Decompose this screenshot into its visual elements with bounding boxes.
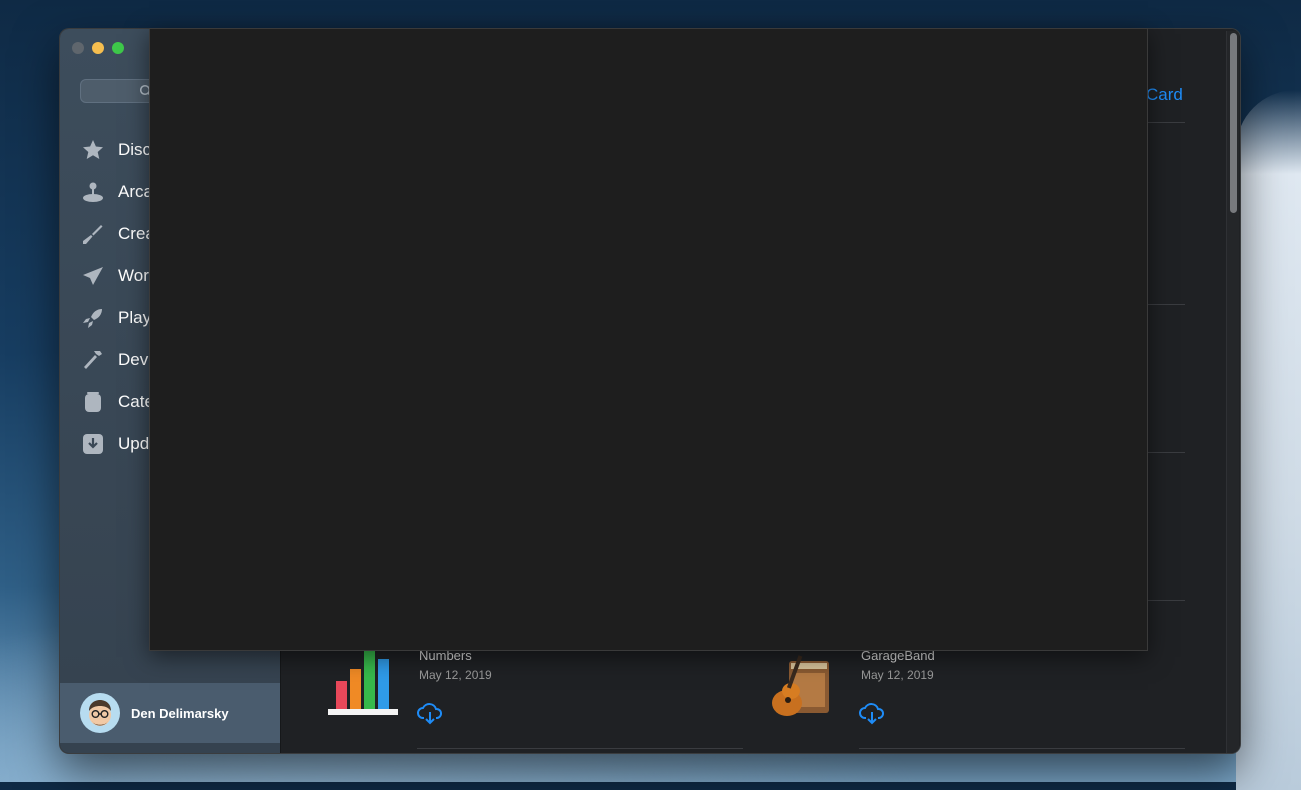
- download-cloud-icon[interactable]: [417, 701, 443, 725]
- divider: [1145, 452, 1185, 453]
- numbers-app-icon: [328, 651, 398, 715]
- hammer-icon: [80, 347, 106, 373]
- divider: [859, 748, 1185, 749]
- garageband-app-icon: [772, 655, 829, 716]
- scroll-thumb[interactable]: [1230, 33, 1237, 213]
- redeem-gift-card-link[interactable]: Card: [1146, 85, 1183, 105]
- account-button[interactable]: Den Delimarsky: [60, 683, 280, 743]
- paper-plane-icon: [80, 263, 106, 289]
- window-controls: [72, 42, 124, 54]
- divider: [1145, 122, 1185, 123]
- minimize-button[interactable]: [92, 42, 104, 54]
- divider: [1145, 304, 1185, 305]
- stack-icon: [80, 389, 106, 415]
- joystick-icon: [80, 179, 106, 205]
- close-button[interactable]: [72, 42, 84, 54]
- download-icon: [80, 431, 106, 457]
- app-date: May 12, 2019: [861, 668, 934, 682]
- overlay-window[interactable]: [149, 28, 1148, 651]
- star-icon: [80, 137, 106, 163]
- rocket-icon: [80, 305, 106, 331]
- user-name: Den Delimarsky: [131, 705, 229, 721]
- divider: [417, 748, 743, 749]
- divider: [1145, 600, 1185, 601]
- brush-icon: [80, 221, 106, 247]
- app-date: May 12, 2019: [419, 668, 492, 682]
- zoom-button[interactable]: [112, 42, 124, 54]
- vertical-scrollbar[interactable]: [1226, 31, 1239, 753]
- download-cloud-icon[interactable]: [859, 701, 885, 725]
- desktop-snow: [1236, 90, 1301, 790]
- sidebar-item-label: Play: [118, 308, 152, 327]
- avatar: [80, 693, 120, 733]
